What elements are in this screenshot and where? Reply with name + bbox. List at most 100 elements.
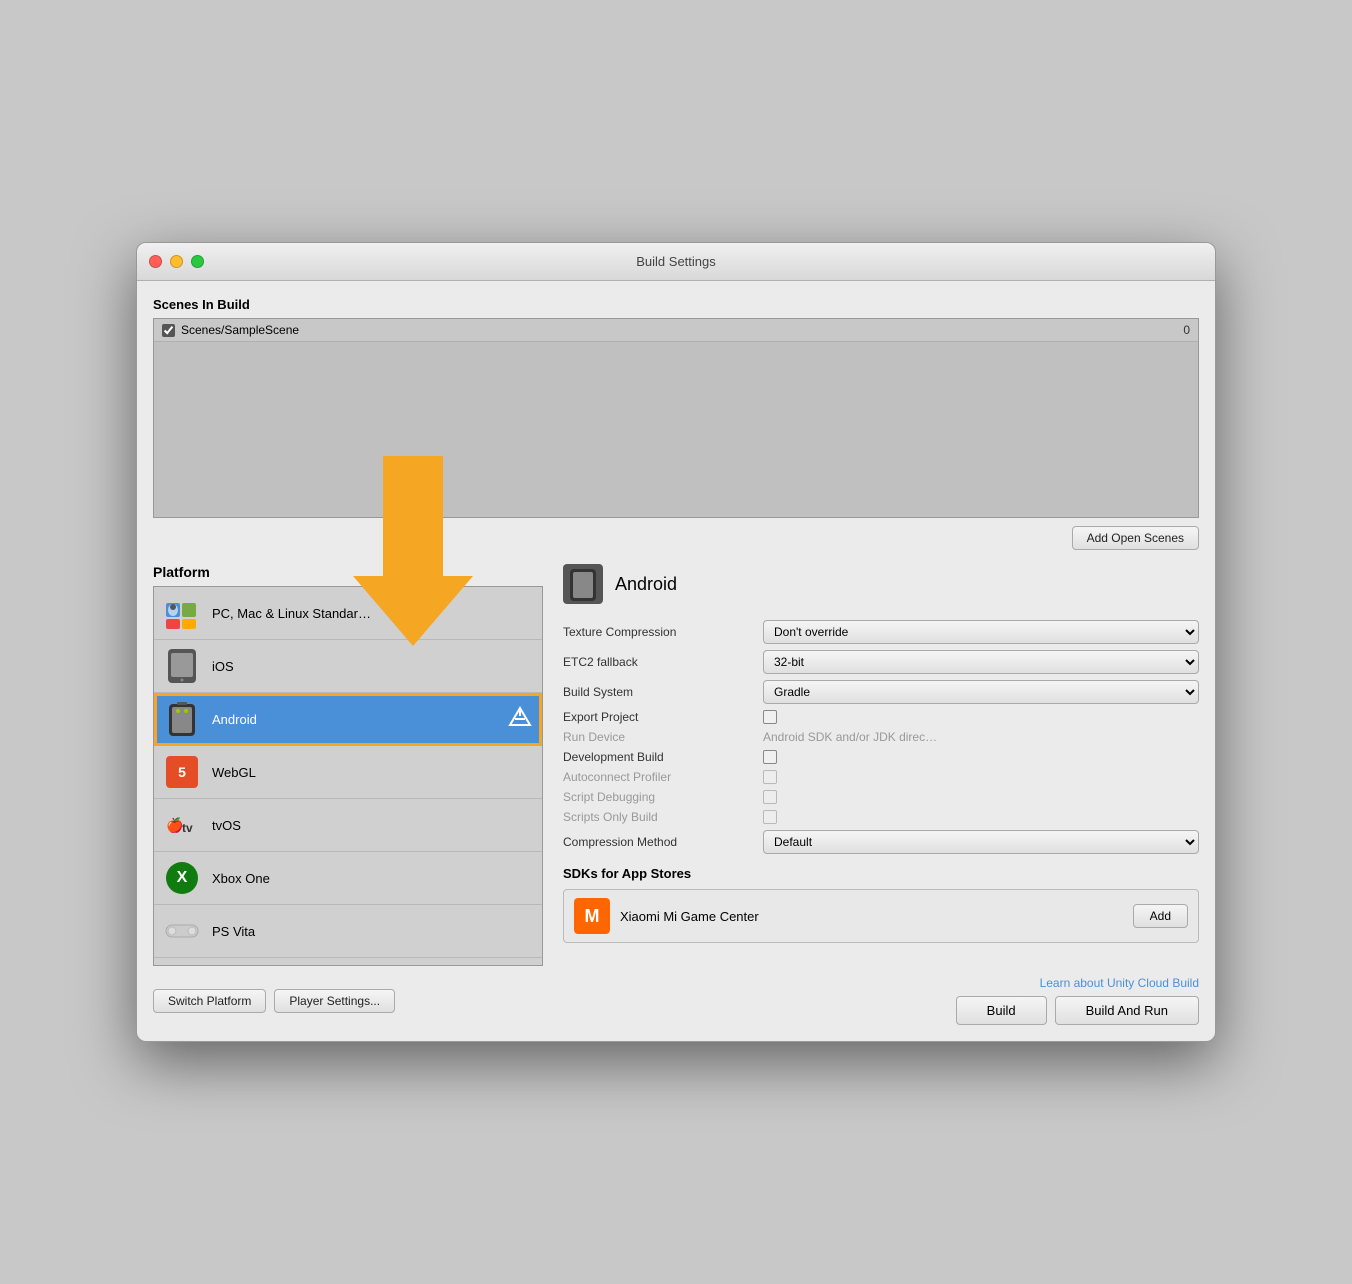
value-run-device: Android SDK and/or JDK direc… bbox=[763, 730, 937, 744]
bottom-left: Switch Platform Player Settings... bbox=[153, 989, 395, 1013]
close-button[interactable] bbox=[149, 255, 162, 268]
platform-item-pc[interactable]: PC, Mac & Linux Standar… bbox=[154, 587, 542, 640]
cloud-build-link[interactable]: Learn about Unity Cloud Build bbox=[1040, 976, 1199, 990]
scene-index: 0 bbox=[1183, 323, 1190, 337]
switch-platform-button[interactable]: Switch Platform bbox=[153, 989, 266, 1013]
settings-header: Android bbox=[563, 564, 1199, 604]
label-build-system: Build System bbox=[563, 685, 763, 699]
sdk-item-xiaomi: M Xiaomi Mi Game Center Add bbox=[563, 889, 1199, 943]
platform-item-webgl[interactable]: 5 WebGL bbox=[154, 746, 542, 799]
control-scripts-only bbox=[763, 810, 1199, 824]
maximize-button[interactable] bbox=[191, 255, 204, 268]
platform-list-wrapper: PC, Mac & Linux Standar… i bbox=[153, 586, 543, 966]
android-icon bbox=[164, 701, 200, 737]
checkbox-autoconnect bbox=[763, 770, 777, 784]
ios-icon bbox=[164, 648, 200, 684]
tvos-icon: 🍎 tv bbox=[164, 807, 200, 843]
titlebar-buttons bbox=[149, 255, 204, 268]
bottom-right: Learn about Unity Cloud Build Build Buil… bbox=[956, 976, 1199, 1025]
xiaomi-icon: M bbox=[574, 898, 610, 934]
platform-name-pc: PC, Mac & Linux Standar… bbox=[212, 606, 532, 621]
build-button[interactable]: Build bbox=[956, 996, 1047, 1025]
control-development-build[interactable] bbox=[763, 750, 1199, 764]
settings-table: Texture Compression Don't override ETC E… bbox=[563, 620, 1199, 854]
scenes-section-label: Scenes In Build bbox=[153, 297, 1199, 312]
xbox-icon: X bbox=[164, 860, 200, 896]
window-title: Build Settings bbox=[636, 254, 716, 269]
settings-row-compression: Compression Method Default LZ4 LZ4HC bbox=[563, 830, 1199, 854]
label-texture-compression: Texture Compression bbox=[563, 625, 763, 639]
platform-name-xbox: Xbox One bbox=[212, 871, 532, 886]
control-export-project[interactable] bbox=[763, 710, 1199, 724]
add-open-scenes-row: Add Open Scenes bbox=[153, 526, 1199, 550]
settings-row-etc2: ETC2 fallback 32-bit 16-bit bbox=[563, 650, 1199, 674]
select-texture-compression[interactable]: Don't override ETC ETC2 ASTC bbox=[763, 620, 1199, 644]
platform-name-ios: iOS bbox=[212, 659, 532, 674]
settings-row-build-system: Build System Internal Gradle ADT bbox=[563, 680, 1199, 704]
control-etc2[interactable]: 32-bit 16-bit bbox=[763, 650, 1199, 674]
scene-name: Scenes/SampleScene bbox=[181, 323, 1183, 337]
sdk-add-button[interactable]: Add bbox=[1133, 904, 1188, 928]
label-scripts-only: Scripts Only Build bbox=[563, 810, 763, 824]
settings-panel: Android Texture Compression Don't overri… bbox=[543, 564, 1199, 966]
platform-name-webgl: WebGL bbox=[212, 765, 532, 780]
scenes-box: Scenes/SampleScene 0 bbox=[153, 318, 1199, 518]
build-settings-window: Build Settings Scenes In Build Scenes/Sa… bbox=[136, 242, 1216, 1042]
svg-text:🍎: 🍎 bbox=[166, 816, 183, 834]
scene-checkbox[interactable] bbox=[162, 324, 175, 337]
label-export-project: Export Project bbox=[563, 710, 763, 724]
pc-icon bbox=[164, 595, 200, 631]
android-settings-icon bbox=[563, 564, 603, 604]
platform-item-tvos[interactable]: 🍎 tv tvOS bbox=[154, 799, 542, 852]
platform-name-android: Android bbox=[212, 712, 508, 727]
settings-row-scripts-only: Scripts Only Build bbox=[563, 810, 1199, 824]
titlebar: Build Settings bbox=[137, 243, 1215, 281]
platform-list[interactable]: PC, Mac & Linux Standar… i bbox=[153, 586, 543, 966]
checkbox-scripts-only bbox=[763, 810, 777, 824]
platform-item-xbox[interactable]: X Xbox One bbox=[154, 852, 542, 905]
label-development-build: Development Build bbox=[563, 750, 763, 764]
settings-row-export-project: Export Project bbox=[563, 710, 1199, 724]
platform-name-tvos: tvOS bbox=[212, 818, 532, 833]
control-script-debugging bbox=[763, 790, 1199, 804]
platform-name-psvita: PS Vita bbox=[212, 924, 532, 939]
platform-item-android[interactable]: Android bbox=[154, 693, 542, 746]
control-build-system[interactable]: Internal Gradle ADT bbox=[763, 680, 1199, 704]
webgl-icon: 5 bbox=[164, 754, 200, 790]
scene-item: Scenes/SampleScene 0 bbox=[154, 319, 1198, 342]
label-run-device: Run Device bbox=[563, 730, 763, 744]
sdk-name-xiaomi: Xiaomi Mi Game Center bbox=[620, 909, 1123, 924]
label-script-debugging: Script Debugging bbox=[563, 790, 763, 804]
psvita-icon bbox=[164, 913, 200, 949]
control-compression[interactable]: Default LZ4 LZ4HC bbox=[763, 830, 1199, 854]
settings-row-autoconnect: Autoconnect Profiler bbox=[563, 770, 1199, 784]
unity-badge bbox=[508, 706, 532, 733]
platform-item-ios[interactable]: iOS bbox=[154, 640, 542, 693]
platform-section-label: Platform bbox=[153, 564, 543, 580]
build-and-run-button[interactable]: Build And Run bbox=[1055, 996, 1199, 1025]
add-open-scenes-button[interactable]: Add Open Scenes bbox=[1072, 526, 1199, 550]
select-compression[interactable]: Default LZ4 LZ4HC bbox=[763, 830, 1199, 854]
control-texture-compression[interactable]: Don't override ETC ETC2 ASTC bbox=[763, 620, 1199, 644]
platform-panel: Platform bbox=[153, 564, 543, 966]
player-settings-button[interactable]: Player Settings... bbox=[274, 989, 395, 1013]
svg-text:tv: tv bbox=[182, 821, 193, 835]
checkbox-script-debugging bbox=[763, 790, 777, 804]
settings-row-texture-compression: Texture Compression Don't override ETC E… bbox=[563, 620, 1199, 644]
settings-row-script-debugging: Script Debugging bbox=[563, 790, 1199, 804]
label-compression: Compression Method bbox=[563, 835, 763, 849]
select-etc2[interactable]: 32-bit 16-bit bbox=[763, 650, 1199, 674]
minimize-button[interactable] bbox=[170, 255, 183, 268]
label-etc2: ETC2 fallback bbox=[563, 655, 763, 669]
select-build-system[interactable]: Internal Gradle ADT bbox=[763, 680, 1199, 704]
bottom-bar: Switch Platform Player Settings... Learn… bbox=[153, 976, 1199, 1025]
platform-item-ps4[interactable]: PS4 PS4 bbox=[154, 958, 542, 966]
settings-row-run-device: Run Device Android SDK and/or JDK direc… bbox=[563, 730, 1199, 744]
sdks-section: SDKs for App Stores M Xiaomi Mi Game Cen… bbox=[563, 866, 1199, 943]
checkbox-development-build[interactable] bbox=[763, 750, 777, 764]
control-autoconnect bbox=[763, 770, 1199, 784]
checkbox-export-project[interactable] bbox=[763, 710, 777, 724]
sdks-label: SDKs for App Stores bbox=[563, 866, 1199, 881]
platform-item-psvita[interactable]: PS Vita bbox=[154, 905, 542, 958]
settings-platform-name: Android bbox=[615, 574, 677, 595]
